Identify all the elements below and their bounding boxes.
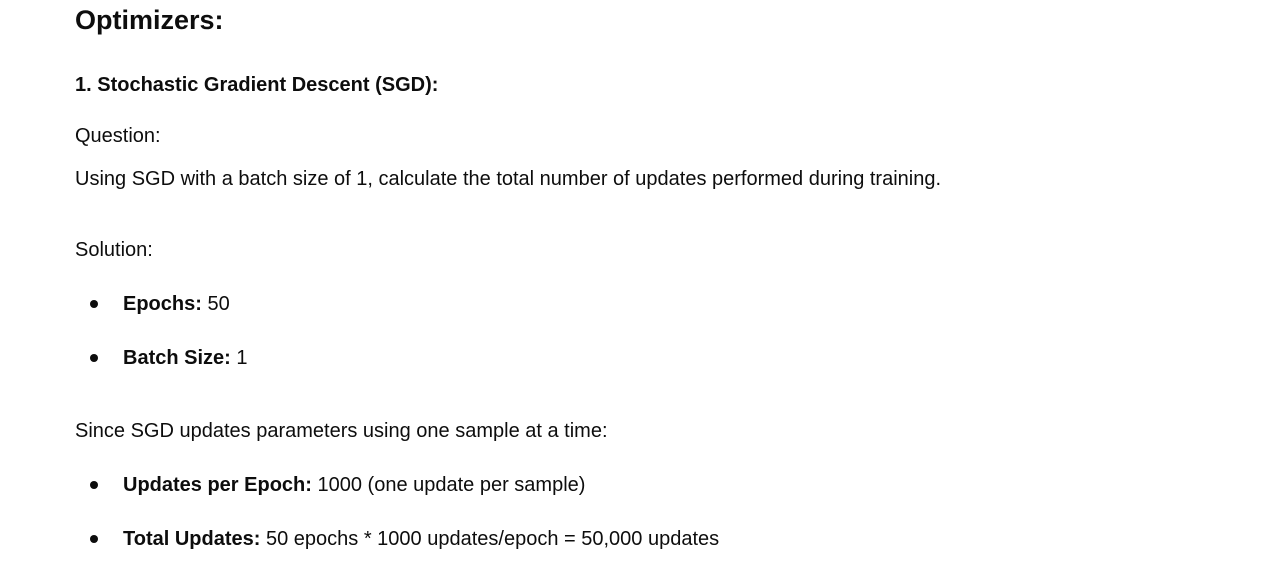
- document: Optimizers: 1. Stochastic Gradient Desce…: [0, 0, 1282, 579]
- item-value: 50: [207, 293, 230, 315]
- item-value: 1: [236, 347, 248, 369]
- item-value: 50 epochs * 1000 updates/epoch = 50,000 …: [265, 528, 720, 550]
- item-label: Epochs:: [123, 293, 202, 315]
- subsection-title: 1. Stochastic Gradient Descent (SGD):: [75, 74, 439, 96]
- bullet-icon: [90, 481, 98, 489]
- question-text: Using SGD with a batch size of 1, calcul…: [75, 168, 942, 190]
- solution-label: Solution:: [75, 239, 153, 261]
- bullet-icon: [90, 300, 98, 308]
- item-label: Batch Size:: [123, 347, 231, 369]
- item-label: Updates per Epoch:: [123, 474, 312, 496]
- item-label: Total Updates:: [123, 528, 261, 550]
- bullet-icon: [90, 535, 98, 543]
- bullet-icon: [90, 354, 98, 362]
- question-label: Question:: [75, 125, 161, 147]
- explanation-text: Since SGD updates parameters using one s…: [75, 420, 608, 442]
- section-heading: Optimizers:: [75, 5, 224, 35]
- item-value: 1000 (one update per sample): [317, 474, 586, 496]
